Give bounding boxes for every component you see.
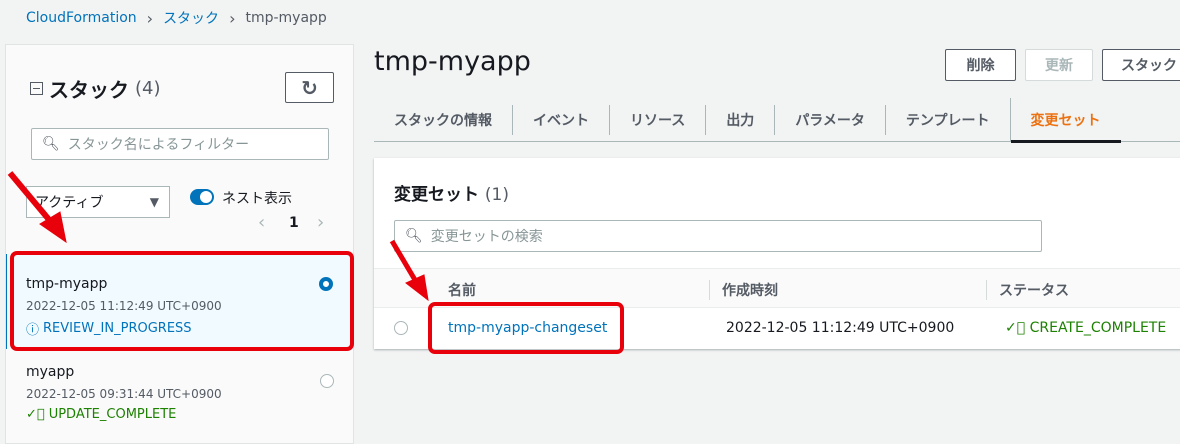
arrow-icon bbox=[389, 239, 421, 287]
arrow-head-icon bbox=[405, 274, 429, 302]
annotation-arrows bbox=[7, 171, 429, 302]
